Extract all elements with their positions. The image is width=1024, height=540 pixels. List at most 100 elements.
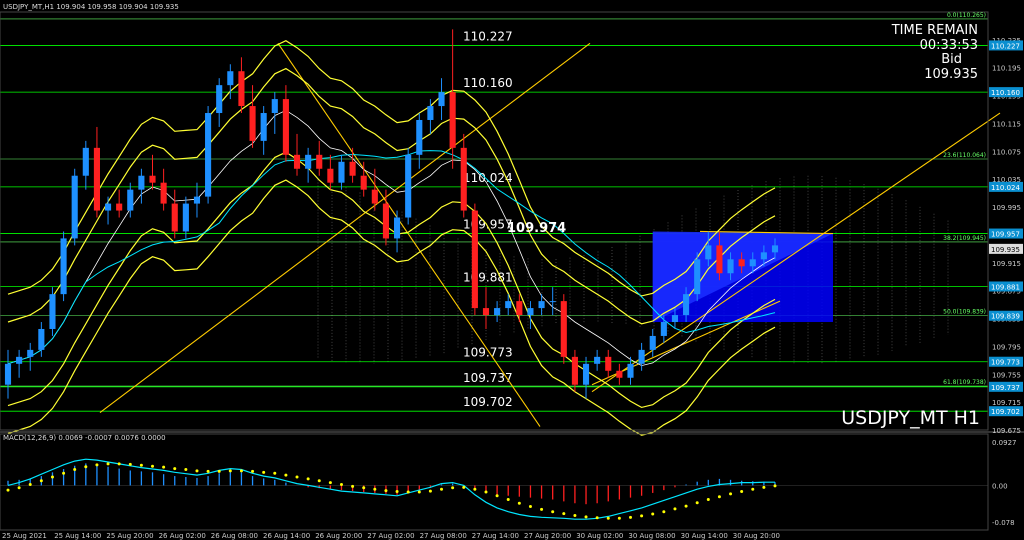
macd-signal-dot [606, 516, 610, 520]
candle-body[interactable] [4, 363, 12, 385]
candle-body[interactable] [382, 203, 389, 239]
candle-body[interactable] [260, 113, 267, 141]
price-tag-text: 109.737 [991, 384, 1020, 392]
macd-signal-dot [462, 485, 466, 489]
candle-body[interactable] [127, 189, 134, 211]
candle-body[interactable] [605, 356, 612, 371]
macd-signal-dot [217, 469, 221, 473]
candle-body[interactable] [338, 161, 345, 183]
candle-body[interactable] [271, 99, 278, 114]
candle-body[interactable] [282, 99, 289, 155]
candle-body[interactable] [638, 349, 645, 364]
candle-body[interactable] [694, 259, 701, 295]
candle-body[interactable] [49, 294, 56, 329]
macd-y-tick: 0.0927 [992, 439, 1017, 447]
candle-body[interactable] [238, 71, 245, 107]
candle-body[interactable] [749, 259, 756, 267]
candle-body[interactable] [205, 113, 212, 197]
candle-body[interactable] [160, 182, 167, 204]
candle-body[interactable] [249, 106, 256, 141]
candle-body[interactable] [449, 92, 456, 148]
macd-signal-dot [317, 479, 321, 483]
macd-signal-dot [262, 470, 266, 474]
candle-body[interactable] [327, 168, 334, 183]
candle-body[interactable] [571, 356, 578, 385]
candle-body[interactable] [460, 147, 467, 211]
candle-body[interactable] [527, 308, 534, 316]
candle-body[interactable] [594, 356, 601, 364]
macd-signal-dot [306, 477, 310, 481]
candle-body[interactable] [116, 203, 123, 211]
y-tick-label: 109.795 [992, 343, 1021, 351]
fib-label: 61.8(109.738) [943, 379, 986, 386]
macd-signal-dot [751, 487, 755, 491]
candle-body[interactable] [138, 175, 145, 190]
candle-body[interactable] [560, 301, 567, 357]
candle-body[interactable] [471, 210, 478, 309]
candle-body[interactable] [427, 106, 434, 120]
candle-body[interactable] [549, 301, 556, 303]
candle-body[interactable] [727, 259, 734, 274]
candle-body[interactable] [405, 154, 412, 218]
symbol-label: USDJPY_MT H1 [841, 407, 980, 429]
candle-body[interactable] [438, 92, 445, 107]
candle-body[interactable] [82, 147, 89, 176]
candle-body[interactable] [671, 315, 679, 323]
candle-body[interactable] [27, 349, 34, 357]
candle-body[interactable] [716, 245, 723, 274]
candle-body[interactable] [149, 175, 156, 183]
candle-body[interactable] [227, 71, 234, 86]
macd-signal-dot [484, 490, 488, 494]
candle-body[interactable] [171, 203, 178, 232]
candle-body[interactable] [71, 175, 78, 239]
candle-body[interactable] [738, 259, 745, 267]
time-remain-value: 00:33:53 [920, 38, 978, 53]
candle-body[interactable] [182, 203, 189, 232]
macd-signal-dot [228, 469, 232, 473]
candle-body[interactable] [494, 308, 501, 316]
level-label: 109.737 [463, 371, 513, 385]
candle-body[interactable] [216, 85, 223, 114]
candle-body[interactable] [360, 175, 367, 190]
x-tick-label: 25 Aug 20:00 [106, 532, 153, 540]
candle-body[interactable] [627, 363, 634, 378]
price-tag-text: 110.227 [991, 42, 1020, 50]
bid-label: Bid [941, 52, 962, 67]
candle-body[interactable] [683, 294, 690, 316]
macd-signal-dot [573, 513, 577, 517]
candle-body[interactable] [516, 301, 523, 316]
macd-signal-dot [39, 479, 43, 483]
candle-body[interactable] [371, 189, 378, 204]
chart-header: USDJPY_MT,H1 109.904 109.958 109.904 109… [3, 3, 179, 11]
candle-body[interactable] [38, 328, 45, 350]
candle-body[interactable] [349, 161, 356, 176]
candle-body[interactable] [649, 335, 656, 350]
candle-body[interactable] [582, 363, 590, 385]
macd-signal-dot [273, 471, 277, 475]
price-tag-text: 109.773 [991, 359, 1020, 367]
candle-body[interactable] [305, 154, 312, 169]
level-label: 109.773 [463, 346, 513, 360]
candle-body[interactable] [60, 238, 67, 295]
macd-signal-dot [95, 463, 99, 467]
candle-body[interactable] [394, 217, 401, 239]
candle-body[interactable] [416, 119, 423, 155]
candle-body[interactable] [482, 308, 490, 316]
macd-signal-dot [295, 475, 299, 479]
macd-signal-dot [395, 490, 399, 494]
fib-label: 50.0(109.839) [943, 309, 986, 316]
candle-body[interactable] [16, 356, 23, 364]
candle-body[interactable] [760, 252, 767, 260]
macd-signal-dot [17, 486, 21, 490]
candle-body[interactable] [505, 301, 512, 309]
candle-body[interactable] [705, 245, 712, 260]
candle-body[interactable] [660, 322, 667, 336]
candle-body[interactable] [293, 154, 301, 169]
candle-body[interactable] [193, 196, 201, 204]
candle-body[interactable] [104, 203, 112, 211]
candle-body[interactable] [538, 301, 545, 309]
candle-body[interactable] [316, 154, 323, 169]
candle-body[interactable] [771, 245, 779, 253]
candle-body[interactable] [616, 370, 623, 378]
candle-body[interactable] [93, 147, 100, 211]
